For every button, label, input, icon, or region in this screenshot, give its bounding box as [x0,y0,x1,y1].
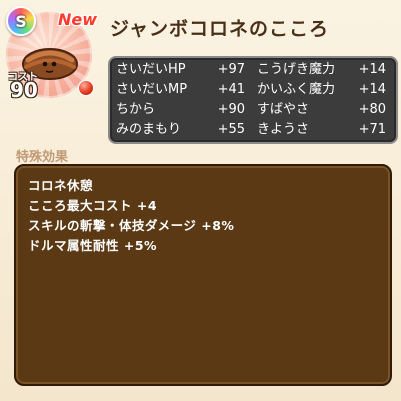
special-effects-list: コロネ休憩 こころ最大コスト +4 スキルの斬撃・体技ダメージ +8% ドルマ属… [28,176,234,256]
stat-name: かいふく魔力 [257,82,336,97]
rank-badge: S [6,6,36,36]
page-title: ジャンボコロネのこころ [110,18,330,40]
stat-value: +55 [217,122,245,137]
bottom-strip [0,388,401,401]
stat-value: +14 [358,82,386,97]
stat-row: さいだいMP +41 [116,81,249,98]
stats-grid: さいだいHP +97 こうげき魔力 +14 さいだいMP +41 かいふく魔力 +14 … [116,61,390,138]
effect-item: スキルの斬撃・体技ダメージ +8% [28,218,235,233]
stat-value: +90 [217,102,245,117]
stat-name: みのまもり [116,122,182,137]
cost-value: 90 [10,78,38,102]
stat-value: +71 [358,122,386,137]
stat-name: きようさ [257,122,310,137]
new-label: New [58,10,98,29]
stat-row: こうげき魔力 +14 [257,61,390,78]
stat-name: こうげき魔力 [257,62,336,77]
stat-row: かいふく魔力 +14 [257,81,390,98]
element-orb-icon [78,80,94,96]
special-effects-title: 特殊効果 [16,150,69,165]
stat-value: +97 [217,62,245,77]
effect-item: コロネ休憩 [28,178,94,193]
stat-row: みのまもり +55 [116,121,249,138]
stat-row: さいだいHP +97 [116,61,249,78]
effect-item: こころ最大コスト +4 [28,198,158,213]
effect-item: ドルマ属性耐性 +5% [28,238,158,253]
stat-value: +80 [358,102,386,117]
stat-row: ちから +90 [116,101,249,118]
stat-value: +41 [217,82,245,97]
stat-name: さいだいHP [116,62,186,77]
stat-name: ちから [116,102,156,117]
stat-row: すばやさ +80 [257,101,390,118]
stat-name: すばやさ [257,102,310,117]
stat-name: さいだいMP [116,82,188,97]
stat-row: きようさ +71 [257,121,390,138]
stat-value: +14 [358,62,386,77]
